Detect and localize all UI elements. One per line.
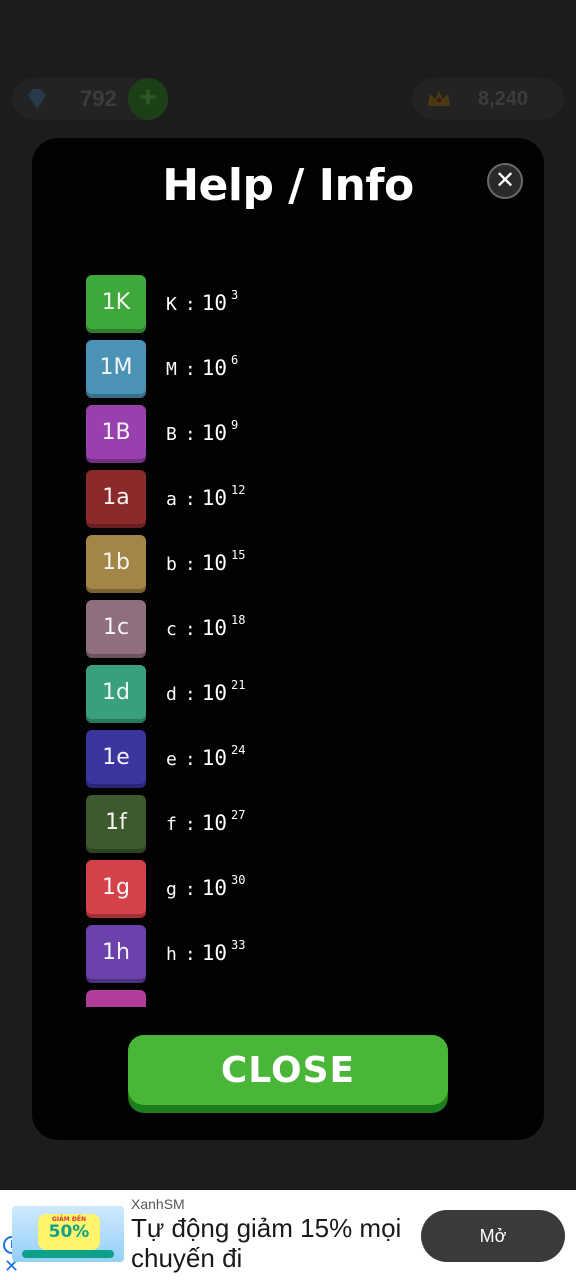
unit-row: 1f f:10 27 xyxy=(86,792,386,857)
close-button[interactable]: CLOSE xyxy=(128,1035,448,1113)
unit-letter: d xyxy=(166,684,177,705)
unit-exponent: 24 xyxy=(230,743,246,757)
unit-exponent: 33 xyxy=(230,938,246,952)
unit-tile: 1K xyxy=(86,275,146,333)
unit-separator: : xyxy=(184,489,196,510)
unit-tile: 1f xyxy=(86,795,146,853)
unit-exponent: 6 xyxy=(230,353,239,367)
unit-description: a:10 12 xyxy=(166,483,246,510)
gem-count: 792 xyxy=(80,86,117,111)
unit-letter: a xyxy=(166,489,177,510)
unit-row: 1M M:10 6 xyxy=(86,337,386,402)
unit-tile: 1M xyxy=(86,340,146,398)
crown-counter: 8,240 xyxy=(412,78,564,120)
unit-tile xyxy=(86,990,146,1007)
unit-letter: e xyxy=(166,749,177,770)
unit-exponent: 3 xyxy=(230,288,239,302)
unit-base: 10 xyxy=(201,486,227,510)
unit-base: 10 xyxy=(201,616,227,640)
unit-description: g:10 30 xyxy=(166,873,246,900)
unit-letter: f xyxy=(166,814,177,835)
unit-separator: : xyxy=(184,554,196,575)
unit-tile: 1b xyxy=(86,535,146,593)
unit-exponent: 27 xyxy=(230,808,246,822)
unit-base: 10 xyxy=(201,941,227,965)
unit-base: 10 xyxy=(201,291,227,315)
unit-description: B:10 9 xyxy=(166,418,239,445)
unit-exponent: 30 xyxy=(230,873,246,887)
ad-discount-badge: GIẢM ĐẾN 50% xyxy=(38,1214,100,1250)
unit-letter: h xyxy=(166,944,177,965)
unit-tile: 1g xyxy=(86,860,146,918)
unit-separator: : xyxy=(184,619,196,640)
ad-badge-value: 50% xyxy=(48,1222,90,1242)
unit-row: 1c c:10 18 xyxy=(86,597,386,662)
diamond-icon xyxy=(28,89,46,109)
unit-description: h:10 33 xyxy=(166,938,246,965)
unit-base: 10 xyxy=(201,811,227,835)
game-screen: 792 + 8,240 Help / Info ✕ 1K K:10 3 1M M:10 6… xyxy=(0,0,576,1280)
unit-row: 1h h:10 33 xyxy=(86,922,386,987)
unit-separator: : xyxy=(184,424,196,445)
unit-row xyxy=(86,987,386,1007)
ad-image[interactable]: GIẢM ĐẾN 50% xyxy=(12,1206,124,1262)
unit-letter: b xyxy=(166,554,177,575)
unit-separator: : xyxy=(184,944,196,965)
ad-brand: XanhSM xyxy=(131,1196,185,1212)
add-gems-button: + xyxy=(128,78,168,120)
unit-description: d:10 21 xyxy=(166,678,246,705)
unit-base: 10 xyxy=(201,681,227,705)
unit-tile: 1c xyxy=(86,600,146,658)
unit-row: 1a a:10 12 xyxy=(86,467,386,532)
ad-headline: Tự động giảm 15% mọi chuyến đi xyxy=(131,1213,402,1273)
unit-base: 10 xyxy=(201,421,227,445)
unit-base: 10 xyxy=(201,876,227,900)
unit-separator: : xyxy=(184,294,196,315)
unit-base: 10 xyxy=(201,551,227,575)
ad-car-graphic xyxy=(22,1250,114,1258)
unit-separator: : xyxy=(184,684,196,705)
unit-row: 1K K:10 3 xyxy=(86,272,386,337)
crown-count: 8,240 xyxy=(478,88,529,110)
unit-exponent: 15 xyxy=(230,548,246,562)
unit-separator: : xyxy=(184,879,196,900)
unit-exponent: 21 xyxy=(230,678,246,692)
top-bar: 792 + 8,240 xyxy=(0,78,576,124)
close-icon[interactable]: ✕ xyxy=(487,163,523,199)
unit-row: 1B B:10 9 xyxy=(86,402,386,467)
crown-icon xyxy=(428,91,450,106)
unit-exponent: 18 xyxy=(230,613,246,627)
unit-description: M:10 6 xyxy=(166,353,239,380)
unit-tile: 1a xyxy=(86,470,146,528)
unit-row: 1g g:10 30 xyxy=(86,857,386,922)
unit-base: 10 xyxy=(201,356,227,380)
unit-row: 1e e:10 24 xyxy=(86,727,386,792)
unit-tile: 1d xyxy=(86,665,146,723)
unit-row: 1d d:10 21 xyxy=(86,662,386,727)
unit-description: f:10 27 xyxy=(166,808,246,835)
gem-counter: 792 + xyxy=(12,78,168,120)
unit-description: b:10 15 xyxy=(166,548,246,575)
unit-row: 1b b:10 15 xyxy=(86,532,386,597)
unit-letter: K xyxy=(166,294,177,315)
unit-description: c:10 18 xyxy=(166,613,246,640)
unit-description: K:10 3 xyxy=(166,288,239,315)
unit-letter: c xyxy=(166,619,177,640)
close-button-label: CLOSE xyxy=(128,1035,448,1105)
ad-open-button[interactable]: Mở xyxy=(421,1210,565,1262)
unit-tile: 1e xyxy=(86,730,146,788)
unit-separator: : xyxy=(184,359,196,380)
unit-separator: : xyxy=(184,749,196,770)
unit-letter: B xyxy=(166,424,177,445)
unit-letter: M xyxy=(166,359,177,380)
unit-description: e:10 24 xyxy=(166,743,246,770)
unit-tile: 1h xyxy=(86,925,146,983)
unit-base: 10 xyxy=(201,746,227,770)
unit-list[interactable]: 1K K:10 3 1M M:10 6 1B B:10 9 1a a:10 12 1b b:10 15 1c c… xyxy=(86,272,386,1007)
unit-letter: g xyxy=(166,879,177,900)
unit-exponent: 9 xyxy=(230,418,239,432)
unit-exponent: 12 xyxy=(230,483,246,497)
unit-tile: 1B xyxy=(86,405,146,463)
unit-separator: : xyxy=(184,814,196,835)
